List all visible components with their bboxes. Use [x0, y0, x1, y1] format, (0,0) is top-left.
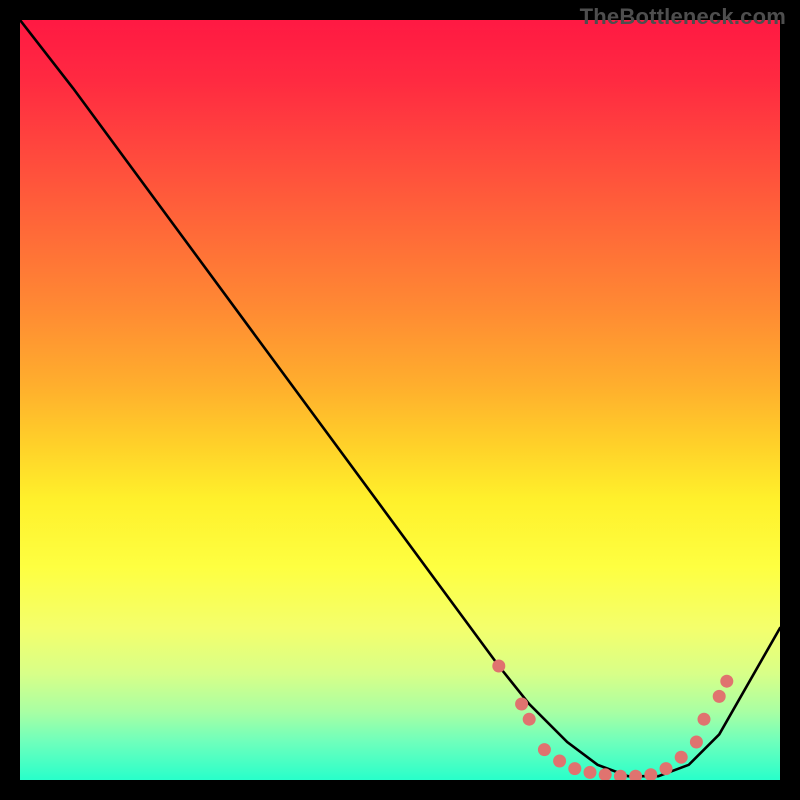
- chart-stage: TheBottleneck.com: [0, 0, 800, 800]
- gradient-plot-area: [20, 20, 780, 780]
- watermark-text: TheBottleneck.com: [580, 4, 786, 30]
